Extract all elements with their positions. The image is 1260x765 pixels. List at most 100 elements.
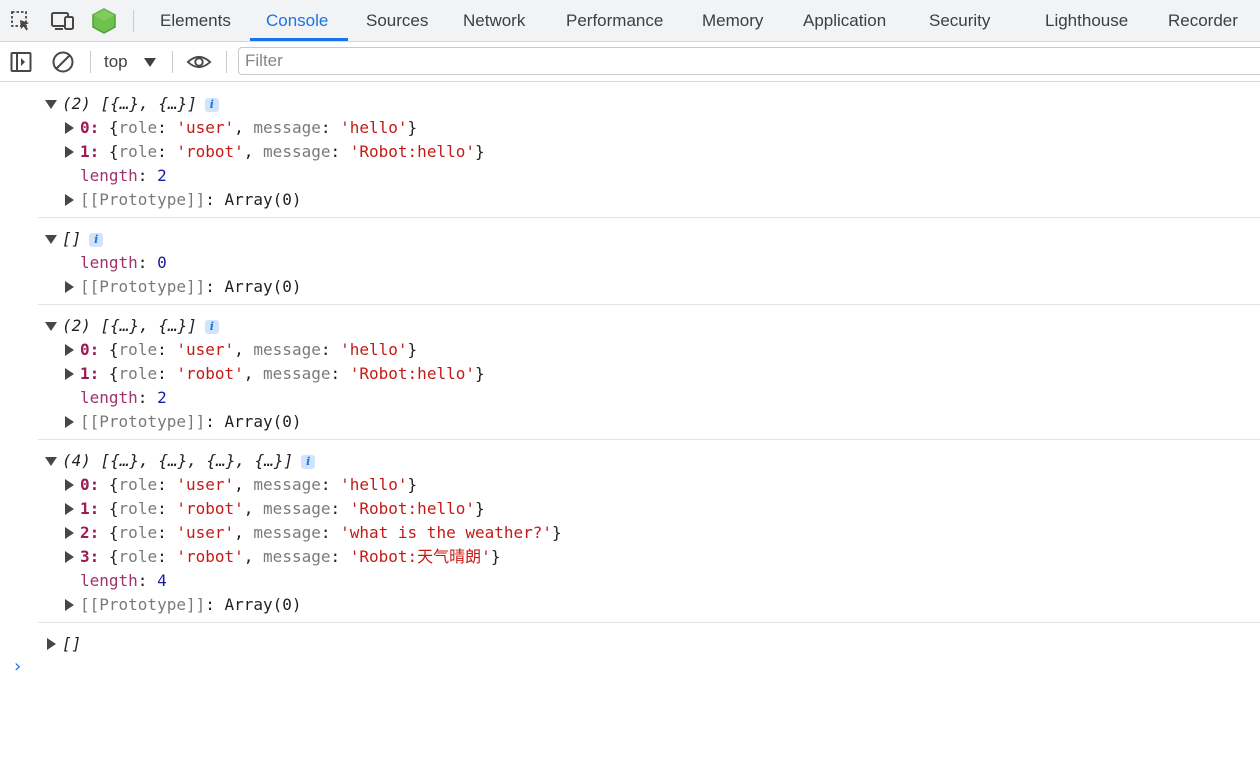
sidebar-toggle-icon[interactable]: [8, 49, 34, 75]
property-name: message: [253, 118, 321, 137]
array-summary: (2) [{…}, {…}]: [62, 94, 197, 113]
info-icon[interactable]: i: [204, 98, 219, 112]
property-name: role: [118, 499, 158, 518]
prototype-row[interactable]: [[Prototype]]: Array(0): [38, 593, 1260, 617]
property-name: role: [118, 364, 158, 383]
tab-network[interactable]: Network: [463, 0, 525, 42]
length-value: 2: [157, 166, 167, 185]
expand-triangle-icon[interactable]: [62, 116, 76, 140]
property-name: role: [118, 142, 158, 161]
clear-console-icon[interactable]: [50, 49, 76, 75]
expand-triangle-icon[interactable]: [62, 140, 76, 164]
console-message: []: [38, 623, 1260, 661]
property-name: message: [263, 364, 331, 383]
property-name: message: [253, 475, 321, 494]
property-name: role: [118, 547, 158, 566]
tab-performance[interactable]: Performance: [566, 0, 663, 42]
prototype-value: Array(0): [224, 595, 302, 614]
tab-lighthouse[interactable]: Lighthouse: [1045, 0, 1128, 42]
tab-recorder[interactable]: Recorder: [1168, 0, 1238, 42]
item-index: 0: [80, 475, 90, 494]
expand-triangle-icon[interactable]: [62, 497, 76, 521]
array-item-row[interactable]: 2: {role: 'user', message: 'what is the …: [38, 521, 1260, 545]
role-value: 'user': [176, 523, 235, 542]
toolbar-separator: [133, 10, 134, 32]
expand-triangle-icon[interactable]: [44, 227, 58, 251]
array-summary-row[interactable]: (2) [{…}, {…}] i: [38, 314, 1260, 338]
tab-memory[interactable]: Memory: [702, 0, 763, 42]
property-name: role: [118, 118, 158, 137]
array-summary-row[interactable]: [] i: [38, 227, 1260, 251]
message-value: 'hello': [340, 118, 408, 137]
prototype-value: Array(0): [224, 412, 302, 431]
console-message: (2) [{…}, {…}] i 0: {role: 'user', messag…: [38, 83, 1260, 218]
tab-sources[interactable]: Sources: [366, 0, 428, 42]
info-icon[interactable]: i: [89, 233, 104, 247]
array-item-row[interactable]: 1: {role: 'robot', message: 'Robot:hello…: [38, 140, 1260, 164]
array-item-row[interactable]: 0: {role: 'user', message: 'hello'}: [38, 116, 1260, 140]
array-item-row[interactable]: 1: {role: 'robot', message: 'Robot:hello…: [38, 497, 1260, 521]
expand-triangle-icon[interactable]: [62, 188, 76, 212]
info-icon[interactable]: i: [204, 320, 219, 334]
console-prompt-icon[interactable]: ›: [14, 656, 21, 677]
array-summary: (4) [{…}, {…}, {…}, {…}]: [62, 451, 294, 470]
role-value: 'robot': [176, 499, 244, 518]
expand-triangle-icon[interactable]: [62, 362, 76, 386]
item-index: 1: [80, 364, 90, 383]
filter-input[interactable]: [238, 47, 1260, 75]
info-icon[interactable]: i: [301, 455, 316, 469]
prototype-row[interactable]: [[Prototype]]: Array(0): [38, 275, 1260, 299]
role-value: 'robot': [176, 547, 244, 566]
role-value: 'robot': [176, 142, 244, 161]
console-toolbar: top: [0, 42, 1260, 82]
message-value: 'hello': [340, 340, 408, 359]
array-summary-row[interactable]: (4) [{…}, {…}, {…}, {…}] i: [38, 449, 1260, 473]
expand-triangle-icon[interactable]: [62, 545, 76, 569]
length-value: 2: [157, 388, 167, 407]
expand-triangle-icon[interactable]: [62, 473, 76, 497]
inspect-element-icon[interactable]: [8, 8, 34, 34]
tab-application[interactable]: Application: [803, 0, 886, 42]
property-name: message: [263, 499, 331, 518]
toolbar-separator: [90, 51, 91, 73]
toolbar-separator: [226, 51, 227, 73]
expand-triangle-icon[interactable]: [44, 314, 58, 338]
expand-triangle-icon[interactable]: [62, 338, 76, 362]
array-summary-row[interactable]: []: [38, 632, 1260, 656]
device-toolbar-icon[interactable]: [50, 8, 76, 34]
array-item-row[interactable]: 0: {role: 'user', message: 'hello'}: [38, 473, 1260, 497]
prototype-row[interactable]: [[Prototype]]: Array(0): [38, 188, 1260, 212]
message-value: 'what is the weather?': [340, 523, 553, 542]
tab-console[interactable]: Console: [266, 0, 328, 42]
role-value: 'user': [176, 475, 235, 494]
array-summary: (2) [{…}, {…}]: [62, 316, 197, 335]
expand-triangle-icon[interactable]: [44, 449, 58, 473]
tab-security[interactable]: Security: [929, 0, 990, 42]
console-message: (4) [{…}, {…}, {…}, {…}] i 0: {role: 'use…: [38, 440, 1260, 623]
console-message: (2) [{…}, {…}] i 0: {role: 'user', messag…: [38, 305, 1260, 440]
prototype-label: [[Prototype]]: [80, 595, 206, 614]
expand-triangle-icon[interactable]: [62, 275, 76, 299]
context-selector[interactable]: top: [104, 50, 156, 74]
eye-icon[interactable]: [186, 49, 212, 75]
item-index: 1: [80, 142, 90, 161]
array-item-row[interactable]: 3: {role: 'robot', message: 'Robot:天气晴朗'…: [38, 545, 1260, 569]
expand-triangle-icon[interactable]: [62, 410, 76, 434]
expand-triangle-icon[interactable]: [62, 593, 76, 617]
property-name: role: [118, 475, 158, 494]
expand-triangle-icon[interactable]: [44, 632, 58, 656]
array-item-row[interactable]: 1: {role: 'robot', message: 'Robot:hello…: [38, 362, 1260, 386]
node-icon[interactable]: [91, 8, 117, 34]
message-value: 'hello': [340, 475, 408, 494]
expand-triangle-icon[interactable]: [44, 92, 58, 116]
expand-triangle-icon[interactable]: [62, 521, 76, 545]
role-value: 'robot': [176, 364, 244, 383]
length-label: length: [80, 571, 138, 590]
prototype-row[interactable]: [[Prototype]]: Array(0): [38, 410, 1260, 434]
message-value: 'Robot:hello': [349, 499, 475, 518]
array-summary-row[interactable]: (2) [{…}, {…}] i: [38, 92, 1260, 116]
array-item-row[interactable]: 0: {role: 'user', message: 'hello'}: [38, 338, 1260, 362]
message-value: 'Robot:hello': [349, 142, 475, 161]
tab-elements[interactable]: Elements: [160, 0, 231, 42]
prototype-value: Array(0): [224, 277, 302, 296]
